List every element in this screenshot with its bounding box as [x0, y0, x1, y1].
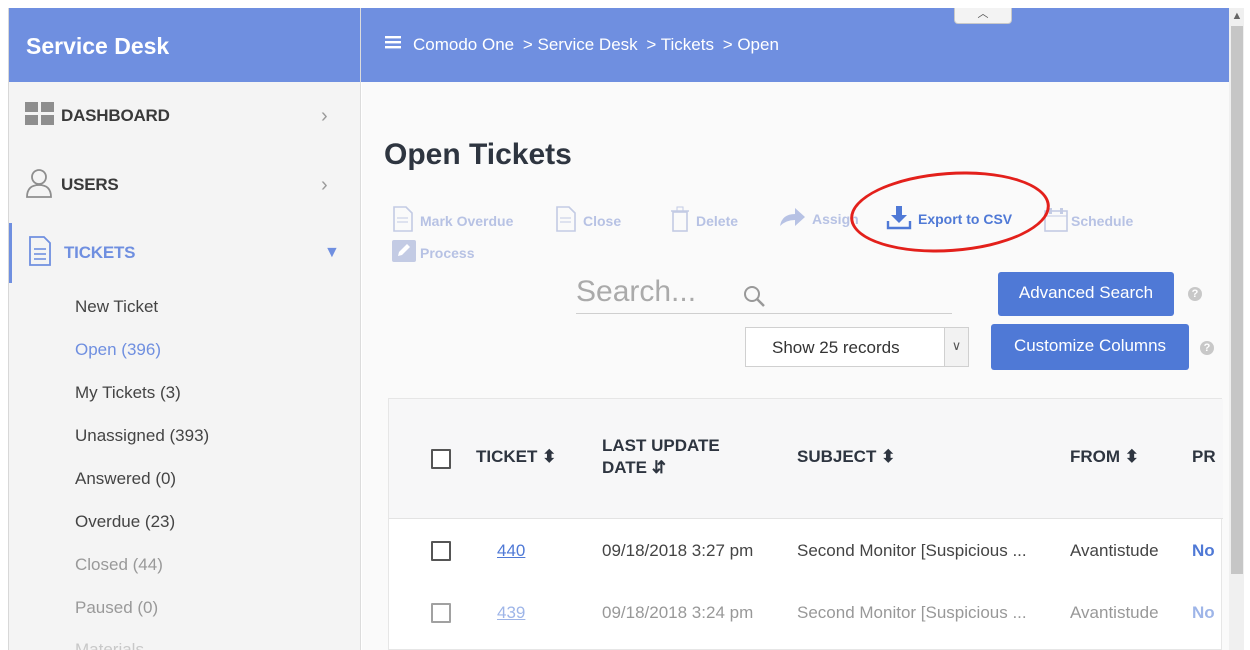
highlight-ellipse: [847, 165, 1053, 259]
sidebar-item-tickets[interactable]: TICKETS ▼: [9, 223, 361, 283]
column-header-label: SUBJECT: [797, 447, 877, 466]
help-icon[interactable]: ?: [1200, 341, 1214, 355]
delete-label: Delete: [696, 212, 739, 229]
chevron-up-icon: ︿: [977, 8, 989, 20]
sort-icon: ⬍: [881, 447, 896, 466]
document-icon: [555, 206, 577, 235]
app-window: Service Desk DASHBOARD › USERS › TICKETS…: [8, 8, 1244, 650]
ticket-link-new[interactable]: New Ticket: [75, 297, 158, 317]
ticket-link-answered[interactable]: Answered (0): [75, 469, 176, 489]
collapse-header-button[interactable]: ︿: [954, 8, 1012, 24]
records-per-page-select[interactable]: Show 25 records ∨: [745, 327, 969, 367]
mark-overdue-label: Mark Overdue: [420, 212, 514, 229]
tickets-table: TICKET ⬍ LAST UPDATE DATE ⇵ SUBJECT ⬍ FR…: [388, 398, 1223, 650]
document-icon: [28, 235, 52, 271]
column-header-label: FROM: [1070, 447, 1121, 466]
search-icon[interactable]: [742, 284, 766, 313]
schedule-button[interactable]: Schedule: [1043, 206, 1133, 235]
assign-button[interactable]: Assign: [778, 206, 859, 231]
ticket-link-materials[interactable]: Materials: [75, 640, 144, 650]
from-cell: Avantistude: [1070, 603, 1159, 622]
ticket-link-closed[interactable]: Closed (44): [75, 555, 163, 575]
document-icon: [392, 206, 414, 235]
sidebar-item-label: TICKETS: [64, 243, 136, 262]
ticket-link-overdue[interactable]: Overdue (23): [75, 512, 175, 532]
forward-arrow-icon: [778, 206, 806, 231]
ticket-link-my-tickets[interactable]: My Tickets (3): [75, 383, 181, 403]
dropdown-arrow-icon: ∨: [944, 328, 968, 366]
last-update-cell: 09/18/2018 3:27 pm: [602, 541, 754, 560]
sidebar-item-dashboard[interactable]: DASHBOARD ›: [9, 86, 361, 146]
breadcrumb-item[interactable]: > Tickets: [646, 35, 714, 54]
select-all-checkbox[interactable]: [431, 449, 451, 469]
ticket-link-unassigned[interactable]: Unassigned (393): [75, 426, 209, 446]
page-title: Open Tickets: [384, 138, 572, 171]
mark-overdue-button[interactable]: Mark Overdue: [392, 206, 513, 235]
breadcrumb-item[interactable]: Comodo One: [413, 35, 514, 54]
dashboard-icon: [25, 101, 55, 131]
process-button[interactable]: Process: [392, 240, 474, 265]
ticket-link-open[interactable]: Open (396): [75, 340, 161, 360]
sort-desc-icon: ⇵: [651, 458, 666, 477]
subject-cell: Second Monitor [Suspicious ...: [797, 541, 1027, 560]
breadcrumb-item[interactable]: > Service Desk: [523, 35, 638, 54]
ticket-number-link[interactable]: 439: [497, 603, 525, 623]
scrollbar-thumb[interactable]: [1231, 26, 1243, 574]
column-header-label: LAST UPDATE: [602, 436, 720, 455]
user-icon: [25, 168, 53, 203]
close-label: Close: [583, 212, 622, 229]
chevron-down-icon: ▼: [324, 244, 340, 261]
column-header-label: DATE: [602, 458, 648, 477]
sidebar: Service Desk DASHBOARD › USERS › TICKETS…: [9, 8, 361, 650]
trash-icon: [670, 206, 690, 235]
edit-icon: [392, 240, 416, 265]
column-header-from[interactable]: FROM ⬍: [1070, 446, 1139, 468]
hamburger-menu-icon[interactable]: [385, 33, 401, 54]
chevron-right-icon: ›: [321, 173, 328, 196]
sidebar-item-label: DASHBOARD: [61, 106, 170, 125]
delete-button[interactable]: Delete: [670, 206, 738, 235]
sidebar-item-users[interactable]: USERS ›: [9, 155, 361, 215]
column-header-priority[interactable]: PR: [1192, 446, 1216, 468]
chevron-right-icon: ›: [321, 104, 328, 127]
sidebar-item-label: USERS: [61, 175, 119, 194]
column-header-ticket[interactable]: TICKET ⬍: [476, 446, 556, 468]
records-select-value: Show 25 records: [772, 338, 900, 357]
brand-title: Service Desk: [9, 8, 360, 82]
table-header: TICKET ⬍ LAST UPDATE DATE ⇵ SUBJECT ⬍ FR…: [389, 399, 1223, 519]
priority-cell: No: [1192, 541, 1215, 560]
column-header-subject[interactable]: SUBJECT ⬍: [797, 446, 895, 468]
main-content: Open Tickets Mark Overdue Close Delete A…: [362, 82, 1229, 650]
sort-icon: ⬍: [1124, 447, 1140, 466]
scroll-up-arrow-icon[interactable]: ▲: [1229, 8, 1244, 24]
customize-columns-button[interactable]: Customize Columns: [991, 324, 1189, 370]
priority-cell: No: [1192, 603, 1215, 622]
row-checkbox[interactable]: [431, 541, 451, 561]
last-update-cell: 09/18/2018 3:24 pm: [602, 603, 754, 622]
ticket-number-link[interactable]: 440: [497, 541, 525, 561]
row-checkbox[interactable]: [431, 603, 451, 623]
header-bar: Comodo One > Service Desk > Tickets > Op…: [361, 8, 1229, 82]
sort-icon: ⬍: [542, 447, 557, 466]
breadcrumb: Comodo One > Service Desk > Tickets > Op…: [413, 35, 783, 55]
breadcrumb-item: > Open: [722, 35, 779, 54]
subject-cell: Second Monitor [Suspicious ...: [797, 603, 1027, 622]
help-icon[interactable]: ?: [1188, 287, 1202, 301]
close-ticket-button[interactable]: Close: [555, 206, 621, 235]
ticket-link-paused[interactable]: Paused (0): [75, 598, 158, 618]
from-cell: Avantistude: [1070, 541, 1159, 560]
column-header-label: TICKET: [476, 447, 538, 466]
column-header-last-update[interactable]: LAST UPDATE DATE ⇵: [602, 435, 720, 479]
advanced-search-button[interactable]: Advanced Search: [998, 272, 1174, 316]
process-label: Process: [420, 244, 475, 261]
schedule-label: Schedule: [1071, 212, 1134, 229]
